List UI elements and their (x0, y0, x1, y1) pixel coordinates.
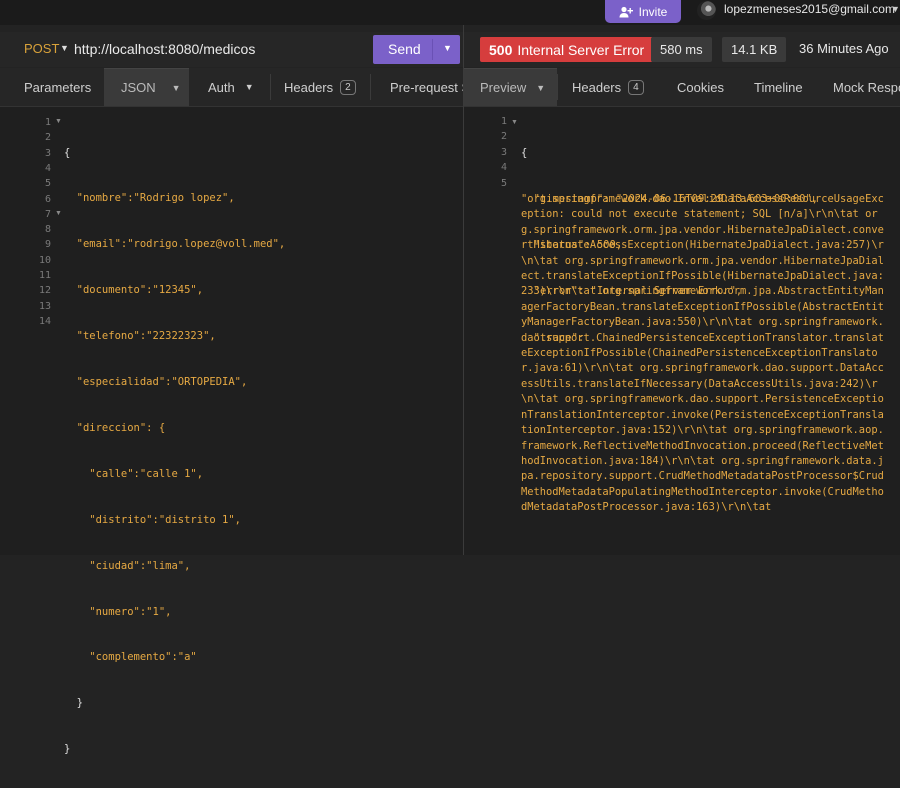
request-body-editor[interactable]: 1 2 3 4 5 6 7 8 9 10 11 12 13 14 ▼ ▼ { "… (0, 107, 463, 755)
code-line: "nombre":"Rodrigo lopez", (64, 192, 235, 205)
status-badge: 500 Internal Server Error (480, 37, 654, 62)
headers-count-badge: 4 (628, 79, 644, 95)
line-number: 6 (44, 193, 51, 205)
tab-label: Mock Respo (833, 79, 900, 95)
invite-button[interactable]: Invite (605, 0, 681, 23)
tab-label: Parameters (24, 79, 92, 95)
tab-preview[interactable]: Preview ▼ (464, 68, 557, 106)
tab-label: JSON (121, 80, 156, 95)
line-number: 14 (38, 315, 51, 327)
chevron-down-icon[interactable]: ▼ (60, 43, 69, 53)
line-number: 3 (44, 147, 51, 159)
tab-label: Headers (284, 79, 334, 95)
chevron-down-icon[interactable]: ▼ (172, 83, 181, 93)
tab-separator (557, 74, 558, 100)
code-line: "ciudad":"lima", (64, 559, 191, 572)
send-button[interactable]: Send ▼ (373, 35, 460, 64)
line-number: 2 (500, 131, 507, 143)
code-line: "complemento":"a" (64, 651, 197, 664)
code-line: { (64, 146, 71, 159)
code-line: } (64, 697, 83, 710)
response-age[interactable]: 36 Minutes Ago (799, 41, 889, 56)
tab-json[interactable]: JSON ▼ (104, 68, 189, 106)
chevron-down-icon[interactable]: ▼ (245, 82, 254, 92)
line-number: 12 (38, 285, 51, 297)
fold-toggle-icon[interactable]: ▼ (55, 210, 62, 217)
code-line: "documento":"12345", (64, 284, 204, 297)
code-line: "direccion": { (64, 421, 166, 434)
code-line: "especialidad":"ORTOPEDIA", (64, 376, 248, 389)
response-time: 580 ms (651, 37, 712, 62)
http-method-select[interactable]: POST (24, 41, 59, 56)
stack-trace-text: "org.springframework.dao.InvalidDataAcce… (521, 193, 884, 514)
tab-label: Timeline (754, 79, 803, 95)
code-line: "numero":"1", (64, 605, 172, 618)
tab-label: Preview (480, 80, 527, 95)
request-tabs: Parameters JSON ▼ Auth ▼ Headers 2 Pre-requ… (0, 68, 463, 107)
tab-parameters[interactable]: Parameters (24, 68, 91, 106)
headers-count-badge: 2 (340, 79, 356, 95)
avatar[interactable] (697, 1, 716, 20)
tab-auth[interactable]: Auth ▼ (208, 68, 254, 106)
line-number: 2 (44, 132, 51, 144)
tab-label: Auth (208, 79, 235, 95)
request-body-code[interactable]: { "nombre":"Rodrigo lopez", "email":"rod… (64, 115, 285, 788)
tab-mock-response[interactable]: Mock Respo (833, 68, 900, 106)
response-preview[interactable]: 1 2 3 4 5 ▼ { "timestamp": "2024-06-16T0… (464, 107, 900, 555)
tab-pre-request[interactable]: Pre-request S (390, 68, 463, 106)
code-line: } (64, 743, 71, 756)
url-input[interactable]: http://localhost:8080/medicos (74, 41, 255, 57)
fold-toggle-icon[interactable]: ▼ (511, 119, 518, 126)
line-number: 3 (500, 146, 507, 158)
tab-cookies[interactable]: Cookies (677, 68, 724, 106)
line-number: 1 (500, 116, 507, 127)
tab-label: Cookies (677, 79, 724, 95)
invite-label: Invite (638, 4, 668, 19)
response-size: 14.1 KB (722, 37, 787, 62)
request-url-bar: POST ▼ http://localhost:8080/medicos Sen… (0, 32, 463, 67)
tab-separator (270, 74, 271, 100)
response-tabs: Preview ▼ Headers 4 Cookies Timeline Mock … (464, 68, 900, 107)
code-line: "email":"rodrigo.lopez@voll.med", (64, 238, 286, 251)
chevron-down-icon[interactable]: ▼ (891, 4, 900, 14)
code-line: { (521, 146, 528, 159)
tab-timeline[interactable]: Timeline (754, 68, 803, 106)
code-line: "distrito":"distrito 1", (64, 513, 242, 526)
send-divider (432, 39, 433, 60)
code-line: "telefono":"22322323", (64, 330, 216, 343)
status-code: 500 (489, 41, 513, 58)
tab-label: Pre-request S (390, 79, 463, 95)
tab-separator (370, 74, 371, 100)
line-number: 8 (44, 224, 51, 236)
line-number: 10 (38, 254, 51, 266)
user-email[interactable]: lopezmeneses2015@gmail.com (724, 2, 895, 16)
line-number: 5 (500, 177, 507, 189)
tab-label: Headers (572, 79, 622, 95)
add-user-icon (619, 6, 633, 17)
line-number: 11 (38, 270, 51, 281)
top-bar: Invite lopezmeneses2015@gmail.com ▼ (0, 0, 900, 25)
line-number: 9 (44, 239, 51, 251)
status-text: Internal Server Error (517, 41, 645, 58)
code-line: "calle":"calle 1", (64, 467, 204, 480)
send-label: Send (388, 41, 421, 57)
tab-response-headers[interactable]: Headers 4 (572, 68, 644, 106)
line-number-gutter: 1 2 3 4 5 6 7 8 9 10 11 12 13 14 ▼ ▼ (0, 107, 63, 555)
line-number: 4 (500, 162, 507, 174)
tab-headers[interactable]: Headers 2 (284, 68, 356, 106)
line-number: 7 (44, 208, 51, 220)
line-number: 5 (44, 178, 51, 190)
response-status-bar: 500 Internal Server Error 580 ms 14.1 KB… (464, 32, 900, 67)
chevron-down-icon[interactable]: ▼ (443, 43, 452, 53)
line-number: 1 (44, 117, 51, 128)
fold-toggle-icon[interactable]: ▼ (55, 118, 62, 125)
chevron-down-icon[interactable]: ▼ (536, 83, 545, 93)
line-number: 4 (44, 162, 51, 174)
line-number: 13 (38, 300, 51, 312)
